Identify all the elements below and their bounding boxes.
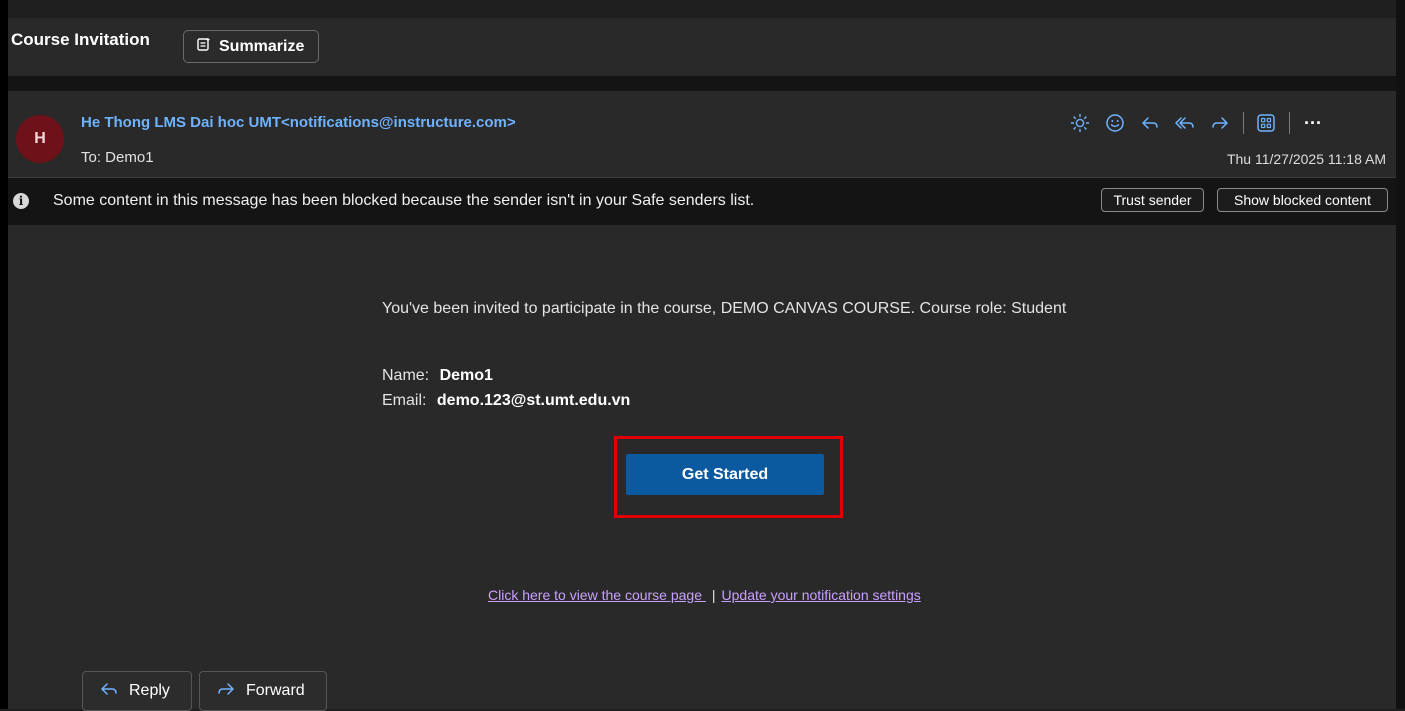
reply-icon xyxy=(99,679,119,704)
message-date: Thu 11/27/2025 11:18 AM xyxy=(1226,151,1386,167)
avatar[interactable]: H xyxy=(16,115,64,163)
left-edge xyxy=(0,0,8,709)
more-icon[interactable]: ··· xyxy=(1304,113,1322,134)
toolbar-divider xyxy=(1243,112,1244,134)
blocked-content-message: Some content in this message has been bl… xyxy=(53,192,755,209)
forward-label: Forward xyxy=(246,682,305,699)
right-edge xyxy=(1396,0,1405,709)
footer-links: Click here to view the course page | Upda… xyxy=(488,587,921,603)
name-value: Demo1 xyxy=(439,367,493,384)
email-label: Email: xyxy=(382,392,427,409)
apps-icon[interactable] xyxy=(1254,111,1278,135)
info-icon: i xyxy=(13,193,29,209)
trust-sender-button[interactable]: Trust sender xyxy=(1101,188,1204,212)
email-subject: Course Invitation xyxy=(11,30,150,49)
message-body: You've been invited to participate in th… xyxy=(8,225,1396,711)
reply-button[interactable]: Reply xyxy=(82,671,192,711)
summarize-button[interactable]: Summarize xyxy=(183,30,319,63)
notification-settings-link[interactable]: Update your notification settings xyxy=(722,587,921,603)
blocked-content-bar: i Some content in this message has been … xyxy=(8,177,1396,225)
name-label: Name: xyxy=(382,367,430,384)
toolbar-divider xyxy=(1289,112,1290,134)
subject-bar: Course Invitation Summarize xyxy=(8,18,1396,76)
message-actions: ··· xyxy=(1068,111,1322,135)
name-row: Name: Demo1 xyxy=(382,367,493,385)
reply-label: Reply xyxy=(129,682,170,699)
show-blocked-content-button[interactable]: Show blocked content xyxy=(1217,188,1388,212)
course-page-link[interactable]: Click here to view the course page xyxy=(488,587,706,603)
summarize-label: Summarize xyxy=(219,37,305,55)
recipient-line: To: Demo1 xyxy=(81,149,154,166)
link-separator: | xyxy=(711,587,716,603)
reply-icon[interactable] xyxy=(1138,111,1162,135)
email-value: demo.123@st.umt.edu.vn xyxy=(436,392,631,409)
invitation-text: You've been invited to participate in th… xyxy=(382,300,1067,317)
forward-button[interactable]: Forward xyxy=(199,671,327,711)
message-header: H He Thong LMS Dai hoc UMT<notifications… xyxy=(8,91,1396,177)
forward-icon[interactable] xyxy=(1208,111,1232,135)
get-started-button[interactable]: Get Started xyxy=(626,454,824,495)
email-reading-pane: Course Invitation Summarize H He Thong L… xyxy=(0,0,1405,711)
brightness-icon[interactable] xyxy=(1068,111,1092,135)
separator xyxy=(8,76,1396,91)
email-row: Email: demo.123@st.umt.edu.vn xyxy=(382,392,630,410)
summarize-icon xyxy=(196,36,212,57)
emoji-icon[interactable] xyxy=(1103,111,1127,135)
forward-icon xyxy=(216,679,236,704)
reply-all-icon[interactable] xyxy=(1173,111,1197,135)
sender-address[interactable]: He Thong LMS Dai hoc UMT<notifications@i… xyxy=(81,114,516,131)
